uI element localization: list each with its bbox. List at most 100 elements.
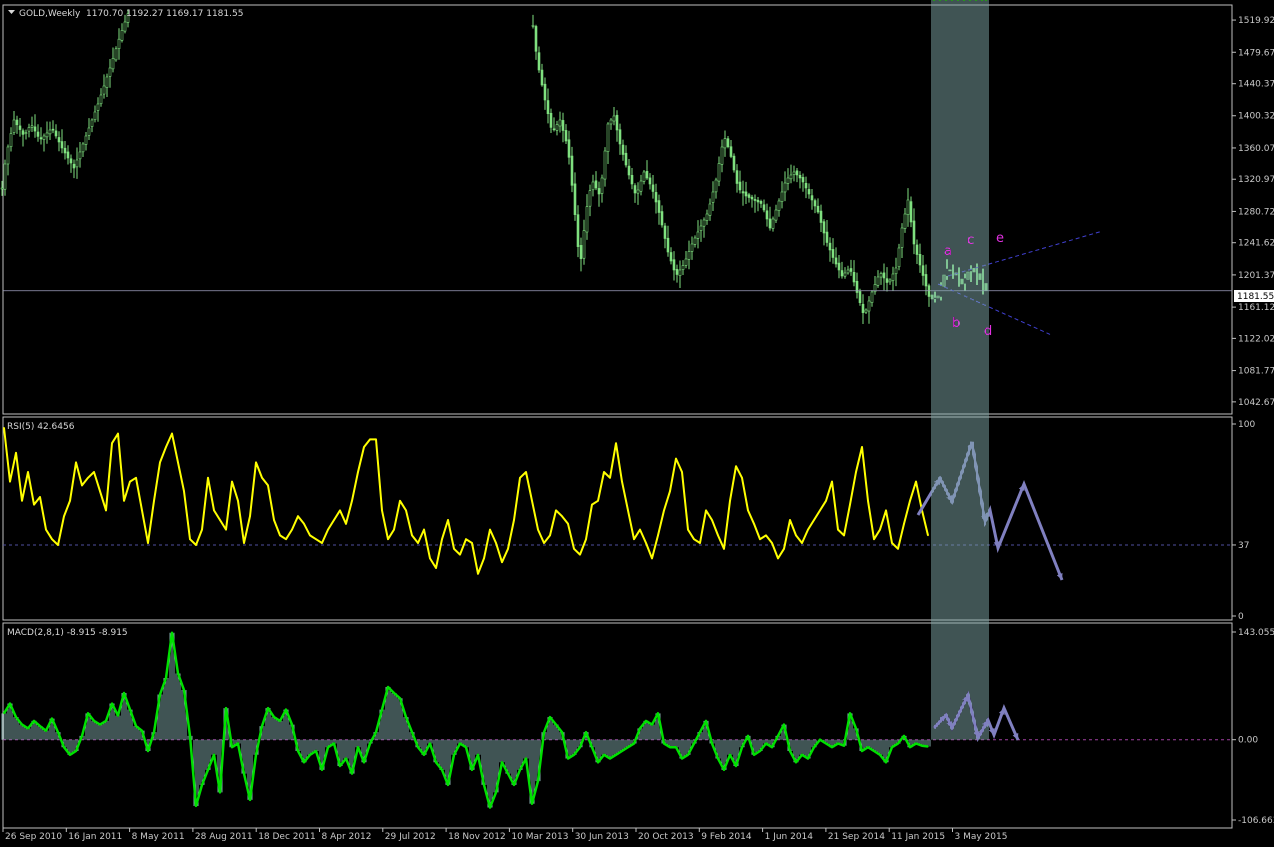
data-point — [117, 432, 119, 435]
data-point — [985, 0, 987, 1]
candle-body — [858, 291, 862, 303]
data-point — [225, 528, 227, 531]
candle-body — [909, 201, 913, 223]
data-point — [669, 746, 671, 749]
data-point — [645, 720, 647, 722]
data-point — [285, 708, 287, 711]
data-point — [369, 438, 371, 441]
data-point — [297, 750, 299, 752]
candle-body — [30, 125, 34, 128]
dropdown-triangle-icon[interactable] — [8, 10, 15, 14]
candle-body — [117, 38, 121, 49]
data-point — [537, 528, 539, 531]
data-point — [879, 753, 881, 756]
candle-body — [699, 225, 703, 231]
data-point — [525, 757, 527, 760]
data-point — [483, 557, 485, 560]
candle-body — [645, 170, 649, 179]
candle-body — [24, 132, 28, 134]
candle-body — [792, 171, 796, 175]
candle-body — [537, 52, 541, 71]
y-tick-label: 1241.62 — [1238, 239, 1274, 249]
data-point — [597, 500, 599, 502]
candle-body — [780, 191, 784, 202]
candle-body — [0, 187, 4, 190]
data-point — [783, 723, 785, 726]
data-point — [327, 528, 329, 531]
data-point — [21, 500, 23, 502]
data-point — [789, 519, 791, 521]
data-point — [909, 500, 911, 502]
data-point — [261, 725, 263, 727]
data-point — [207, 769, 209, 771]
candle-body — [624, 152, 628, 166]
data-point — [891, 746, 893, 749]
data-point — [141, 729, 143, 732]
data-point — [861, 446, 863, 448]
candle-body — [621, 144, 625, 155]
candle-body — [69, 158, 73, 164]
candle-body — [27, 127, 31, 132]
candle-body — [882, 272, 886, 279]
data-point — [591, 503, 593, 506]
data-point — [573, 753, 575, 756]
data-point — [381, 708, 383, 711]
data-point — [945, 0, 947, 1]
data-point — [573, 548, 575, 550]
candle-body — [576, 214, 580, 247]
candle-body — [921, 265, 925, 276]
data-point — [63, 515, 65, 517]
data-point — [177, 672, 179, 675]
candle-body — [18, 125, 22, 130]
candle-body — [81, 143, 85, 153]
candle-body — [603, 150, 607, 180]
price-candles — [0, 9, 988, 324]
data-point — [423, 753, 425, 756]
candle-body — [57, 137, 61, 143]
data-point — [69, 500, 71, 502]
data-point — [393, 692, 395, 694]
data-point — [951, 0, 953, 1]
data-point — [489, 806, 491, 809]
candle-body — [579, 245, 583, 259]
price-tag: 1181.55 — [1237, 292, 1274, 302]
data-point — [345, 523, 347, 525]
data-point — [45, 528, 47, 531]
data-point — [399, 500, 401, 502]
data-point — [597, 761, 599, 764]
candle-body — [111, 58, 115, 70]
data-point — [543, 542, 545, 544]
data-point — [93, 471, 95, 473]
candle-body — [630, 175, 634, 185]
data-point — [531, 802, 533, 805]
symbol-dropdown[interactable]: GOLD,Weekly — [8, 9, 81, 19]
data-point — [849, 712, 851, 715]
data-point — [345, 757, 347, 760]
data-point — [333, 742, 335, 745]
data-point — [267, 707, 269, 709]
candle-body — [813, 200, 817, 207]
data-point — [459, 553, 461, 556]
candle-body — [801, 177, 805, 183]
candle-body — [885, 278, 889, 283]
data-point — [579, 746, 581, 749]
candle-body — [75, 159, 79, 168]
candle-body — [777, 200, 781, 211]
data-point — [201, 528, 203, 531]
data-point — [645, 542, 647, 544]
data-point — [9, 480, 11, 483]
axes: 1519.92 1479.67 1440.37 1400.32 1360.07 1320.… — [2, 16, 1274, 842]
data-point — [819, 738, 821, 741]
data-point — [219, 791, 221, 794]
indicator-line — [3, 427, 929, 575]
data-point — [159, 693, 161, 696]
candle-body — [108, 67, 112, 77]
data-point — [255, 753, 257, 756]
candle-body — [84, 135, 88, 145]
data-point — [399, 697, 401, 700]
data-point — [321, 542, 323, 544]
data-point — [297, 515, 299, 517]
candle-body — [756, 199, 760, 203]
data-point — [135, 476, 137, 479]
candle-body — [102, 85, 106, 95]
